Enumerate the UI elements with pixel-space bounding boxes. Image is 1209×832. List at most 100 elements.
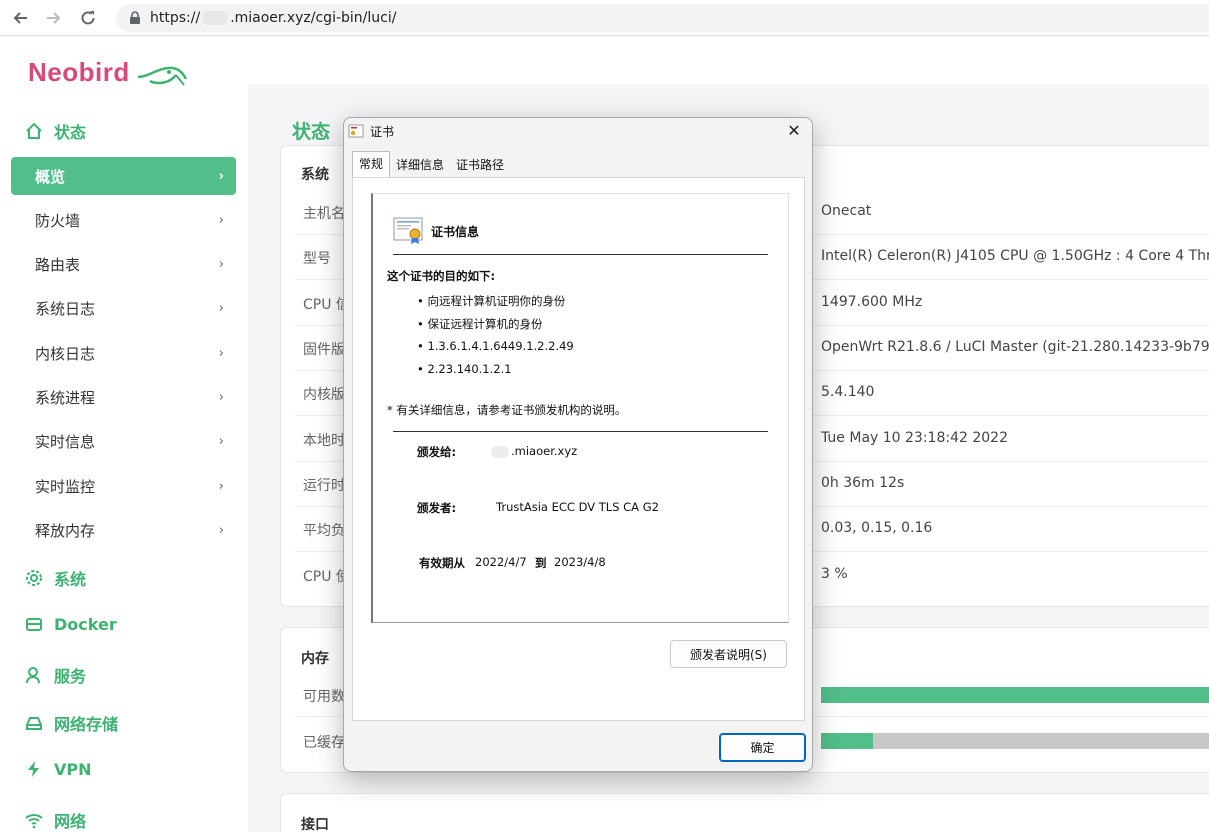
brand-logo[interactable]: Neobird <box>28 57 188 88</box>
menu-system[interactable]: 系统 <box>24 566 86 590</box>
row-label: 平均负 <box>303 523 345 539</box>
wifi-icon <box>24 810 44 830</box>
chevron-right-icon: › <box>218 212 224 228</box>
purpose-title: 这个证书的目的如下: <box>387 269 496 283</box>
purpose-item: • 保证远程计算机的身份 <box>417 317 543 331</box>
address-bar[interactable]: https:// .miaoer.xyz/cgi-bin/luci/ <box>116 3 1209 32</box>
menu-status[interactable]: 状态 <box>24 119 86 143</box>
sidebar-item-syslog[interactable]: 系统日志 › <box>11 289 236 327</box>
row-label: 运行时 <box>303 478 345 494</box>
menu-nas-label: 网络存储 <box>54 715 119 734</box>
sidebar: Neobird 状态 概览 › 防火墙 › 路由表 › 系统日志 › 内核日志 … <box>0 37 248 832</box>
menu-nas[interactable]: 网络存储 <box>24 711 118 735</box>
tab-general[interactable]: 常规 <box>352 151 391 177</box>
ok-button[interactable]: 确定 <box>719 733 806 762</box>
purpose-item: • 2.23.140.1.2.1 <box>417 362 512 376</box>
sidebar-item-kernel-log[interactable]: 内核日志 › <box>11 334 236 372</box>
menu-network-label: 网络 <box>54 812 87 831</box>
sidebar-item-realtime-info[interactable]: 实时信息 › <box>11 422 236 460</box>
sidebar-item-processes[interactable]: 系统进程 › <box>11 378 236 416</box>
purpose-item: • 1.3.6.1.4.1.6449.1.2.2.49 <box>417 339 574 353</box>
row-label: 主机名 <box>303 206 345 222</box>
info-title: 证书信息 <box>431 224 480 239</box>
sidebar-item-label: 路由表 <box>35 255 81 274</box>
valid-from-label: 有效期从 <box>419 556 465 570</box>
certificate-info-box: 证书信息 这个证书的目的如下: • 向远程计算机证明你的身份 • 保证远程计算机… <box>371 193 789 623</box>
gear-icon <box>24 568 44 588</box>
memory-available-bar <box>821 687 1209 703</box>
url-prefix: https:// <box>150 9 201 26</box>
sidebar-item-label: 系统日志 <box>35 299 96 318</box>
memory-cached-bar <box>821 733 1209 749</box>
lock-icon <box>130 10 140 24</box>
progress-fill <box>821 733 873 749</box>
menu-system-label: 系统 <box>54 570 87 589</box>
sidebar-item-label: 实时监控 <box>35 477 96 496</box>
sidebar-item-label: 系统进程 <box>35 388 96 407</box>
sidebar-item-routes[interactable]: 路由表 › <box>11 245 236 283</box>
menu-vpn[interactable]: VPN <box>24 759 92 779</box>
valid-to-label: 到 <box>535 556 547 570</box>
row-value: Onecat <box>821 203 872 219</box>
sidebar-item-label: 释放内存 <box>35 521 96 540</box>
general-tab-panel: 证书信息 这个证书的目的如下: • 向远程计算机证明你的身份 • 保证远程计算机… <box>352 177 805 721</box>
menu-status-label: 状态 <box>54 123 87 142</box>
forward-icon[interactable] <box>44 8 64 28</box>
sidebar-item-firewall[interactable]: 防火墙 › <box>11 201 236 239</box>
bird-logo-icon <box>137 66 187 86</box>
certificate-dialog: 证书 ✕ 常规 详细信息 证书路径 证书信息 这个证书的目的如下: • 向远程计 <box>343 117 813 772</box>
sidebar-item-label: 实时信息 <box>35 432 96 451</box>
sidebar-item-free-memory[interactable]: 释放内存 › <box>11 511 236 549</box>
row-label: 已缓存 <box>303 735 345 751</box>
back-icon[interactable] <box>10 8 30 28</box>
chevron-right-icon: › <box>218 522 224 538</box>
divider <box>393 254 768 255</box>
row-value: 0.03, 0.15, 0.16 <box>821 520 933 536</box>
menu-services[interactable]: 服务 <box>24 663 86 687</box>
valid-from-value: 2022/4/7 <box>475 555 527 569</box>
menu-services-label: 服务 <box>54 667 87 686</box>
row-value: Tue May 10 23:18:42 2022 <box>821 430 1008 446</box>
interface-card-title: 接口 <box>301 817 329 832</box>
row-value: OpenWrt R21.8.6 / LuCI Master (git-21.28… <box>821 339 1209 355</box>
issued-by-label: 颁发者: <box>417 501 457 515</box>
url-redacted <box>202 10 229 25</box>
progress-fill <box>821 687 1209 703</box>
menu-network[interactable]: 网络 <box>24 808 86 832</box>
browser-toolbar: https:// .miaoer.xyz/cgi-bin/luci/ <box>0 0 1209 36</box>
issued-to-label: 颁发给: <box>417 445 457 459</box>
brand-name: Neobird <box>28 57 130 87</box>
menu-vpn-label: VPN <box>54 759 92 779</box>
issuer-statement-button[interactable]: 颁发者说明(S) <box>670 640 787 668</box>
certificate-icon <box>348 124 364 138</box>
sidebar-item-label: 内核日志 <box>35 344 96 363</box>
issued-to-value: .miaoer.xyz <box>511 444 578 458</box>
sidebar-item-label: 防火墙 <box>35 211 81 230</box>
info-header: 证书信息 <box>393 216 479 246</box>
chevron-right-icon: › <box>218 300 224 316</box>
interface-card: 接口 <box>280 793 1209 832</box>
reload-icon[interactable] <box>78 8 98 28</box>
sidebar-item-overview[interactable]: 概览 › <box>11 157 236 195</box>
main-header <box>248 37 1209 85</box>
drive-icon <box>24 713 44 733</box>
dialog-tabs: 常规 详细信息 证书路径 <box>352 151 510 177</box>
menu-docker[interactable]: Docker <box>24 614 117 634</box>
chevron-right-icon: › <box>218 478 224 494</box>
tab-details[interactable]: 详细信息 <box>390 153 450 177</box>
docker-icon <box>24 614 44 634</box>
chevron-right-icon: › <box>218 433 224 449</box>
row-value: 1497.600 MHz <box>821 294 923 310</box>
url-suffix: .miaoer.xyz/cgi-bin/luci/ <box>230 9 397 26</box>
chevron-right-icon: › <box>218 168 224 184</box>
bolt-icon <box>24 759 44 779</box>
user-icon <box>24 665 44 685</box>
close-icon[interactable]: ✕ <box>784 121 804 140</box>
chevron-right-icon: › <box>218 345 224 361</box>
divider <box>393 431 768 432</box>
row-label: 可用数 <box>303 689 345 705</box>
row-label: 内核版 <box>303 387 345 403</box>
row-value: Intel(R) Celeron(R) J4105 CPU @ 1.50GHz … <box>821 248 1209 264</box>
sidebar-item-realtime-monitor[interactable]: 实时监控 › <box>11 467 236 505</box>
tab-cert-path[interactable]: 证书路径 <box>450 153 510 177</box>
